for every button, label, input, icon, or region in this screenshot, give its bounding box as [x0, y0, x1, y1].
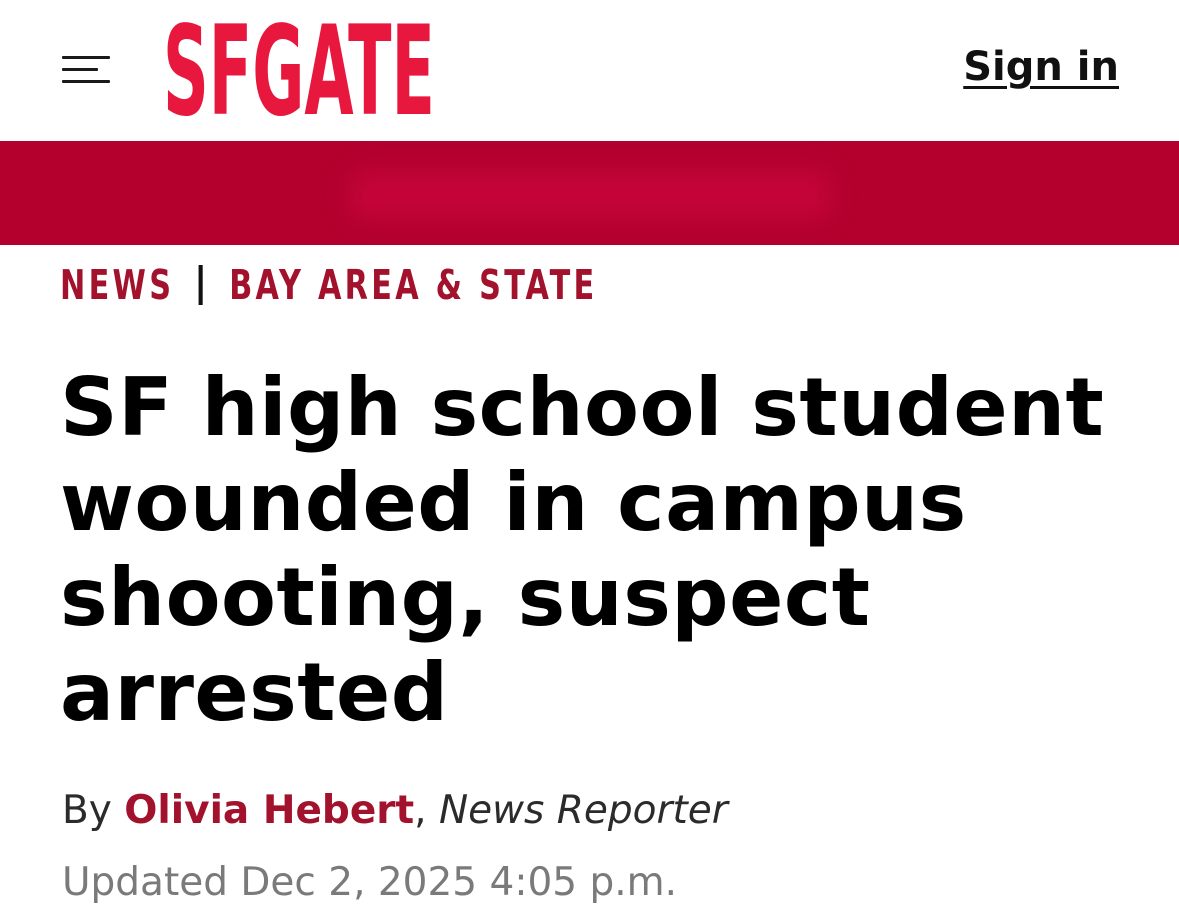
hamburger-menu-icon[interactable]	[62, 55, 114, 85]
svg-text:SFGATE: SFGATE	[163, 16, 435, 122]
breadcrumb-divider	[198, 265, 203, 305]
breadcrumb: NEWS BAY AREA & STATE	[60, 261, 597, 309]
article-headline: SF high school student wounded in campus…	[60, 361, 1105, 739]
author-role: News Reporter	[438, 788, 728, 833]
author-link[interactable]: Olivia Hebert	[124, 788, 414, 833]
site-header: SFGATE Sign in	[0, 0, 1179, 141]
ad-banner[interactable]	[0, 141, 1179, 245]
blurred-ad-content	[350, 171, 830, 219]
sign-in-link[interactable]: Sign in	[963, 44, 1119, 90]
updated-timestamp: Updated Dec 2, 2025 4:05 p.m.	[62, 860, 678, 905]
byline-separator: ,	[414, 788, 427, 833]
breadcrumb-bay-area-state[interactable]: BAY AREA & STATE	[229, 261, 597, 309]
byline-prefix: By	[62, 788, 112, 833]
sfgate-logo[interactable]: SFGATE	[163, 16, 439, 122]
breadcrumb-news[interactable]: NEWS	[60, 261, 174, 309]
byline: By Olivia Hebert, News Reporter	[62, 788, 728, 833]
